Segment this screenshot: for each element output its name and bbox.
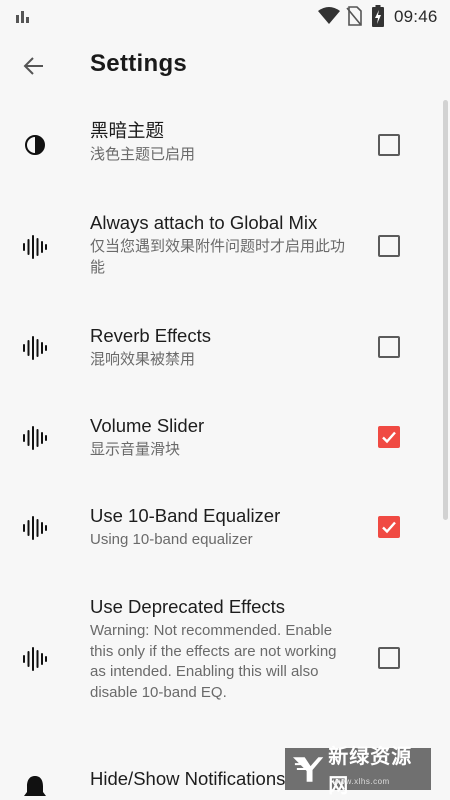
setting-subtitle: Warning: Not recommended. Enable this on… (90, 622, 337, 701)
battery-charging-icon (372, 5, 384, 27)
signal-bars-icon (16, 11, 29, 23)
setting-global-mix[interactable]: Always attach to Global Mix 仅当您遇到效果附件问题时… (0, 211, 440, 306)
watermark-text: 新绿资源网 (328, 744, 413, 797)
checkmark-icon (382, 521, 396, 534)
back-button[interactable] (14, 46, 54, 86)
dark-theme-checkbox[interactable] (378, 134, 400, 156)
bell-icon (22, 775, 48, 800)
arrow-left-icon (23, 57, 43, 75)
setting-title: Volume Slider (90, 415, 205, 436)
setting-deprecated-effects[interactable]: Use Deprecated Effects Warning: Not reco… (0, 595, 440, 735)
setting-title: Always attach to Global Mix (90, 212, 318, 233)
no-sim-icon (346, 6, 362, 26)
watermark-url: www.xlhs.com (333, 777, 390, 786)
waveform-icon (22, 234, 48, 260)
waveform-icon (22, 646, 48, 672)
waveform-icon (22, 425, 48, 451)
setting-subtitle: 浅色主题已启用 (90, 146, 196, 163)
setting-subtitle: 混响效果被禁用 (90, 351, 196, 368)
scrollbar[interactable] (443, 100, 448, 520)
contrast-icon (22, 132, 48, 158)
status-bar: 09:46 (0, 0, 450, 32)
settings-list[interactable]: 黑暗主题 浅色主题已启用 Always attach to Global Mix… (0, 96, 450, 800)
setting-title: 黑暗主题 (90, 120, 165, 141)
setting-subtitle: 显示音量滑块 (90, 441, 181, 458)
waveform-icon (22, 515, 48, 541)
reverb-checkbox[interactable] (378, 336, 400, 358)
watermark-logo-icon (292, 757, 324, 782)
wifi-icon (318, 7, 340, 24)
setting-10-band-eq[interactable]: Use 10-Band Equalizer Using 10-band equa… (0, 504, 440, 579)
eq-checkbox[interactable] (378, 516, 400, 538)
watermark: 新绿资源网 www.xlhs.com (285, 744, 431, 797)
volume-slider-checkbox[interactable] (378, 426, 400, 448)
setting-dark-theme[interactable]: 黑暗主题 浅色主题已启用 (0, 118, 440, 208)
page-title: Settings (90, 50, 188, 77)
setting-subtitle: Using 10-band equalizer (90, 531, 253, 548)
waveform-icon (22, 335, 48, 361)
app-bar: Settings (0, 32, 450, 96)
setting-title: Use 10-Band Equalizer (90, 505, 281, 526)
setting-subtitle: 仅当您遇到效果附件问题时才启用此功能 (90, 238, 346, 276)
clock: 09:46 (394, 7, 438, 26)
setting-volume-slider[interactable]: Volume Slider 显示音量滑块 (0, 414, 440, 489)
setting-title: Reverb Effects (90, 325, 211, 346)
checkmark-icon (382, 431, 396, 444)
global-mix-checkbox[interactable] (378, 235, 400, 257)
setting-reverb[interactable]: Reverb Effects 混响效果被禁用 (0, 324, 440, 399)
setting-title: Use Deprecated Effects (90, 596, 286, 617)
deprecated-effects-checkbox[interactable] (378, 647, 400, 669)
